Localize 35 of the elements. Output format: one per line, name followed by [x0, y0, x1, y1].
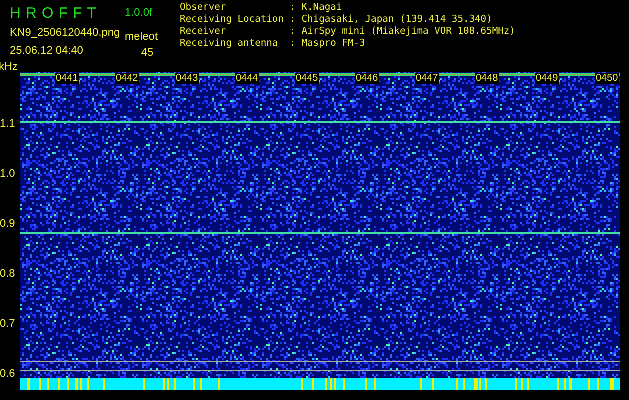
info-value: K.Nagai	[302, 3, 344, 13]
time-label: 0450	[595, 73, 620, 84]
axis-label: 0.7	[0, 318, 16, 330]
info-label: Receiving antenna	[180, 39, 280, 49]
time-label: 0443	[175, 73, 200, 84]
info-value: AirSpy mini (Miakejima VOR 108.65MHz)	[302, 27, 516, 37]
time-label: 0448	[475, 73, 500, 84]
time-label: 0441	[55, 73, 80, 84]
date-time: 25.06.12 04:40	[10, 45, 84, 57]
time-label: 0446	[355, 73, 380, 84]
version-label: 1.0.0f	[125, 7, 154, 19]
info-value: Maspro FM-3	[302, 39, 366, 49]
event-count: 45	[140, 47, 155, 59]
info-label: Receiver	[180, 27, 228, 37]
axis-unit: kHz	[0, 60, 19, 74]
time-label: 0449	[535, 73, 560, 84]
time-label: 0444	[235, 73, 260, 84]
info-separator: :	[290, 15, 296, 25]
axis-label: 0.6	[0, 368, 16, 380]
file-name: KN9_2506120440.png	[10, 27, 122, 39]
app-title: H R O F F T	[10, 4, 97, 22]
axis-label: 1.0	[0, 168, 16, 180]
info-separator: :	[290, 3, 296, 13]
axis-label: 0.8	[0, 268, 16, 280]
info-label: Receiving Location	[180, 15, 284, 25]
info-label: Observer	[180, 3, 228, 13]
info-value: Chigasaki, Japan (139.414 35.340)	[302, 15, 494, 25]
axis-label: 0.9	[0, 218, 16, 230]
time-label: 0447	[415, 73, 440, 84]
event-label: meleot	[125, 31, 160, 43]
time-label: 0442	[115, 73, 140, 84]
axis-label: 1.1	[0, 118, 16, 130]
info-separator: :	[290, 39, 296, 49]
time-label: 0445	[295, 73, 320, 84]
info-separator: :	[290, 27, 296, 37]
